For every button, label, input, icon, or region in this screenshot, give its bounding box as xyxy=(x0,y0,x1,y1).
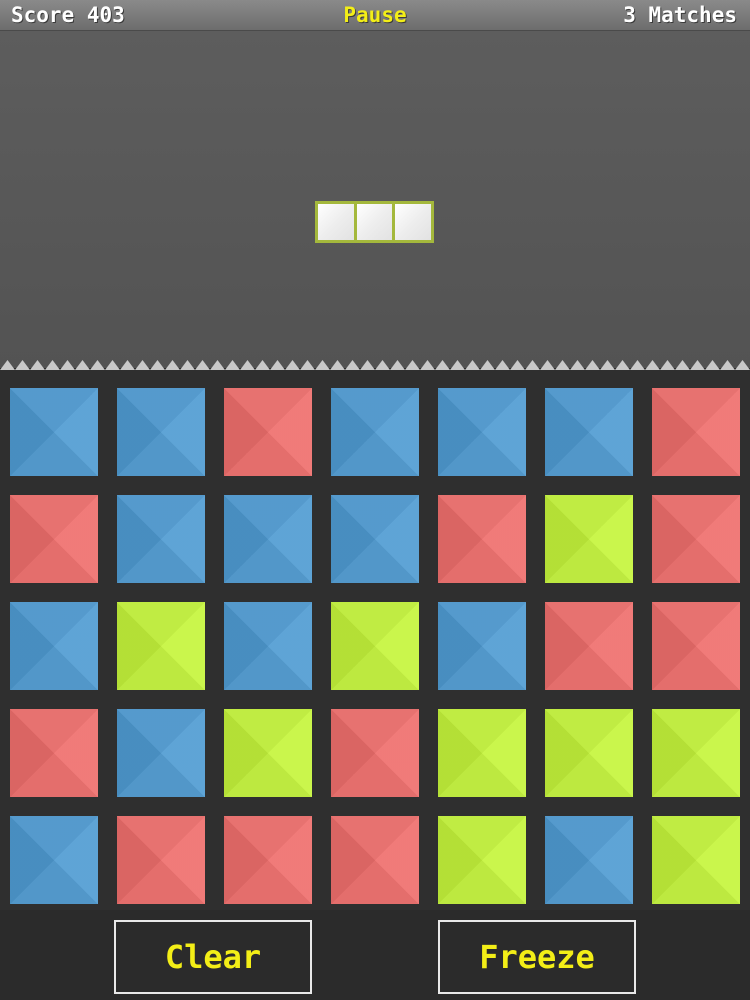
tile-facet xyxy=(117,602,205,690)
tile-blue[interactable] xyxy=(438,602,526,690)
tile-facet xyxy=(652,495,740,583)
tile-facet xyxy=(652,709,740,797)
tile-facet xyxy=(224,495,312,583)
tile-facet xyxy=(117,709,205,797)
tile-red[interactable] xyxy=(331,709,419,797)
tile-green[interactable] xyxy=(438,816,526,904)
tile-facet xyxy=(652,388,740,476)
tile-blue[interactable] xyxy=(10,602,98,690)
tile-facet xyxy=(117,816,205,904)
tile-green[interactable] xyxy=(652,709,740,797)
tile-facet xyxy=(10,388,98,476)
drop-zone xyxy=(0,31,750,368)
tile-green[interactable] xyxy=(652,816,740,904)
falling-piece-cell xyxy=(356,204,393,240)
tile-green[interactable] xyxy=(438,709,526,797)
tile-facet xyxy=(545,709,633,797)
tile-facet xyxy=(331,816,419,904)
tile-facet xyxy=(10,495,98,583)
tile-green[interactable] xyxy=(331,602,419,690)
tile-red[interactable] xyxy=(438,495,526,583)
tile-facet xyxy=(331,388,419,476)
tile-red[interactable] xyxy=(224,388,312,476)
tile-blue[interactable] xyxy=(545,816,633,904)
tile-facet xyxy=(224,602,312,690)
tile-facet xyxy=(652,602,740,690)
tile-facet xyxy=(224,816,312,904)
tile-blue[interactable] xyxy=(117,495,205,583)
tile-green[interactable] xyxy=(545,709,633,797)
tile-red[interactable] xyxy=(331,816,419,904)
tile-blue[interactable] xyxy=(10,388,98,476)
falling-piece-cell xyxy=(318,204,354,240)
tile-facet xyxy=(545,495,633,583)
tile-blue[interactable] xyxy=(331,495,419,583)
freeze-button[interactable]: Freeze xyxy=(438,920,636,994)
tile-red[interactable] xyxy=(10,709,98,797)
tile-blue[interactable] xyxy=(117,709,205,797)
tile-green[interactable] xyxy=(545,495,633,583)
tile-facet xyxy=(438,816,526,904)
falling-piece[interactable] xyxy=(315,201,434,243)
tile-facet xyxy=(224,709,312,797)
tile-facet xyxy=(545,388,633,476)
tile-red[interactable] xyxy=(117,816,205,904)
tile-facet xyxy=(545,602,633,690)
tile-facet xyxy=(331,495,419,583)
tile-blue[interactable] xyxy=(117,388,205,476)
tile-facet xyxy=(438,709,526,797)
tile-facet xyxy=(438,388,526,476)
tile-facet xyxy=(331,709,419,797)
tile-facet xyxy=(10,602,98,690)
tile-facet xyxy=(10,816,98,904)
matches-counter: 3 Matches xyxy=(623,3,737,27)
tile-blue[interactable] xyxy=(545,388,633,476)
tile-facet xyxy=(331,602,419,690)
top-bar: Score 403 Pause 3 Matches xyxy=(0,0,750,31)
tile-facet xyxy=(545,816,633,904)
tile-blue[interactable] xyxy=(224,602,312,690)
tile-facet xyxy=(438,495,526,583)
tile-facet xyxy=(438,602,526,690)
tile-red[interactable] xyxy=(652,602,740,690)
tile-facet xyxy=(117,495,205,583)
tile-blue[interactable] xyxy=(438,388,526,476)
tile-facet xyxy=(10,709,98,797)
tile-board xyxy=(0,370,750,910)
tile-green[interactable] xyxy=(117,602,205,690)
tile-facet xyxy=(117,388,205,476)
tile-green[interactable] xyxy=(224,709,312,797)
tile-blue[interactable] xyxy=(10,816,98,904)
tile-red[interactable] xyxy=(224,816,312,904)
falling-piece-cell xyxy=(395,204,432,240)
tile-blue[interactable] xyxy=(331,388,419,476)
tile-red[interactable] xyxy=(545,602,633,690)
clear-button[interactable]: Clear xyxy=(114,920,312,994)
tile-red[interactable] xyxy=(10,495,98,583)
tile-red[interactable] xyxy=(652,495,740,583)
spike-divider xyxy=(0,360,750,370)
tile-facet xyxy=(652,816,740,904)
tile-red[interactable] xyxy=(652,388,740,476)
tile-blue[interactable] xyxy=(224,495,312,583)
tile-facet xyxy=(224,388,312,476)
